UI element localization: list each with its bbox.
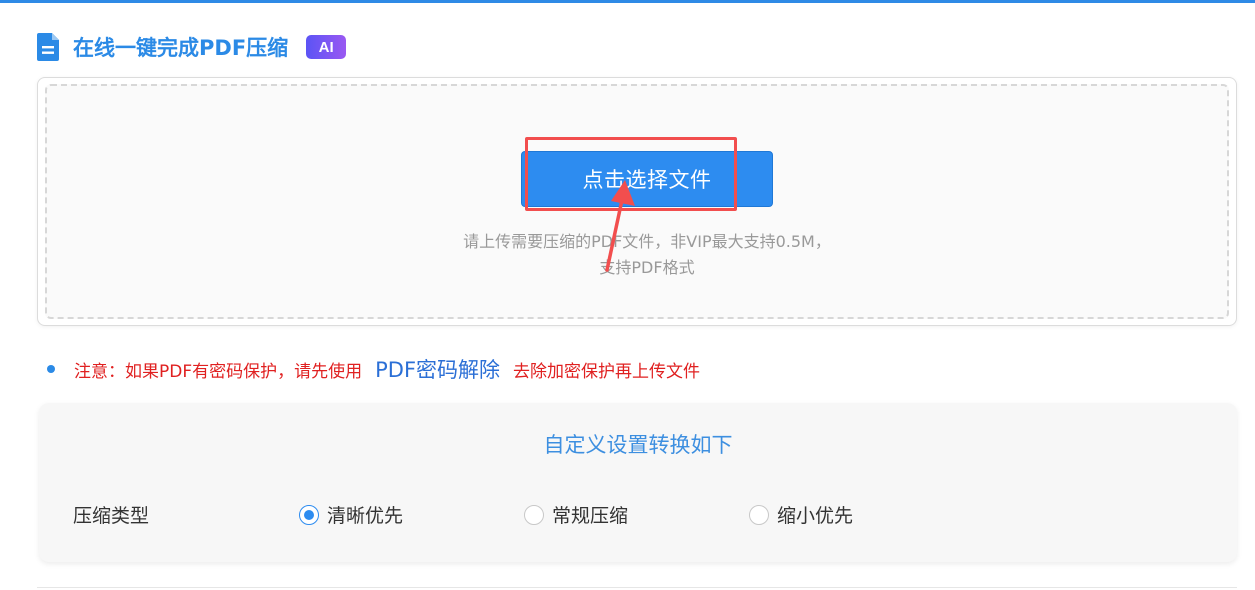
- settings-panel: 自定义设置转换如下 压缩类型 清晰优先 常规压缩 缩小优先: [39, 403, 1237, 562]
- document-icon: [37, 33, 59, 61]
- pdf-unlock-link[interactable]: PDF密码解除: [375, 354, 500, 384]
- radio-label: 常规压缩: [552, 505, 629, 527]
- select-file-button[interactable]: 点击选择文件: [521, 151, 773, 207]
- page-header: 在线一键完成PDF压缩 AI: [37, 30, 347, 64]
- upload-hint-line2: 支持PDF格式: [599, 258, 695, 277]
- top-accent-line: [0, 0, 1255, 3]
- upload-hint-line1: 请上传需要压缩的PDF文件，非VIP最大支持0.5M，: [463, 232, 831, 251]
- radio-label: 缩小优先: [777, 505, 854, 527]
- radio-label: 清晰优先: [327, 505, 404, 527]
- upload-hint: 请上传需要压缩的PDF文件，非VIP最大支持0.5M， 支持PDF格式: [437, 229, 857, 281]
- notice-row: 注意：如果PDF有密码保护，请先使用 PDF密码解除 去除加密保护再上传文件: [47, 355, 700, 383]
- radio-unchecked-icon[interactable]: [524, 504, 544, 525]
- ai-badge: AI: [306, 35, 347, 59]
- bullet-icon: [47, 365, 55, 373]
- page-title: 在线一键完成PDF压缩: [73, 36, 289, 60]
- radio-unchecked-icon[interactable]: [749, 504, 769, 525]
- radio-size-first[interactable]: 缩小优先: [749, 501, 853, 528]
- compression-type-label: 压缩类型: [73, 505, 150, 527]
- settings-title: 自定义设置转换如下: [543, 433, 733, 457]
- notice-suffix: 去除加密保护再上传文件: [513, 361, 701, 382]
- annotation-arrow-icon: [605, 180, 635, 272]
- radio-checked-icon[interactable]: [299, 504, 319, 525]
- radio-clarity-first[interactable]: 清晰优先: [299, 501, 403, 528]
- radio-normal-compress[interactable]: 常规压缩: [524, 501, 628, 528]
- divider: [37, 587, 1237, 588]
- notice-prefix: 注意：如果PDF有密码保护，请先使用: [74, 361, 363, 382]
